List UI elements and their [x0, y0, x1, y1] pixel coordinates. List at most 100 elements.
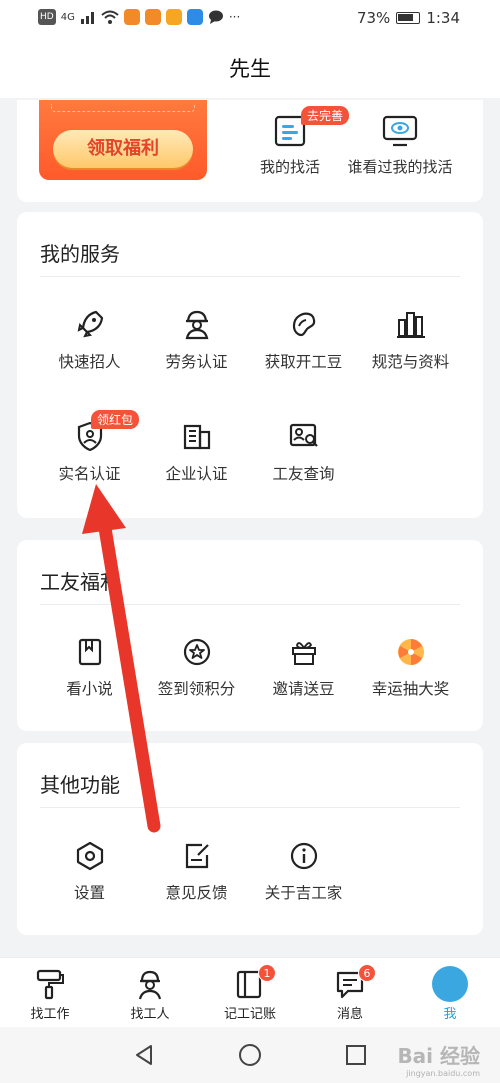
gift-icon [291, 642, 316, 665]
message-count-badge: 6 [358, 964, 376, 982]
other-feedback[interactable]: 意见反馈 [143, 841, 250, 903]
me-avatar-icon [432, 966, 495, 1006]
feedback-edit-icon [185, 843, 209, 869]
other-settings[interactable]: 设置 [36, 841, 143, 903]
settings-hexagon-icon [76, 841, 103, 871]
more-notifications-icon: ··· [228, 10, 241, 24]
nav-label: 找工作 [30, 1007, 70, 1022]
other-about[interactable]: 关于吉工家 [250, 841, 357, 903]
service-label: 获取开工豆 [264, 353, 343, 371]
nav-label: 消息 [336, 1007, 363, 1022]
section-divider [40, 276, 460, 277]
id-card-search-icon [289, 423, 318, 447]
service-get-beans[interactable]: 获取开工豆 [250, 308, 357, 372]
welfare-label: 幸运抽大奖 [371, 680, 450, 698]
welfare-read-novel[interactable]: 看小说 [36, 637, 143, 699]
worker-welfare-card: 工友福利 看小说 签到领积分 邀请送豆 幸运抽大奖 [17, 540, 483, 731]
service-label: 实名认证 [58, 465, 121, 483]
worker-helmet-icon [185, 310, 208, 340]
baidu-watermark: Bai 经验 jingyan.baidu.com [397, 1040, 480, 1078]
nav-label: 记工记账 [223, 1007, 276, 1022]
section-divider [40, 807, 460, 808]
nav-find-job[interactable]: 找工作 [0, 958, 100, 1028]
books-icon [396, 312, 425, 338]
watermark-text: Bai 经验 [397, 1044, 480, 1068]
top-card: 领取福利 我的找活 去完善 谁看过我的找活 [17, 100, 483, 202]
paint-roller-icon [36, 969, 64, 1000]
welfare-label: 签到领积分 [157, 680, 236, 698]
my-services-card: 我的服务 快速招人 劳务认证 获取开工豆 规范与资料 实名认证 领红包 企业认证… [17, 212, 483, 518]
app-notification-icon [123, 9, 140, 25]
bottom-nav: 找工作 找工人 1 记工记账 6 消息 我 [0, 957, 500, 1027]
other-functions-card: 其他功能 设置 意见反馈 关于吉工家 [17, 743, 483, 935]
lucky-wheel-icon [397, 639, 424, 665]
hd-icon: HD [38, 9, 56, 25]
signal-icon [80, 12, 94, 24]
back-icon[interactable] [132, 1043, 156, 1067]
nav-label: 找工人 [130, 1007, 170, 1022]
building-icon [183, 424, 210, 450]
my-jobs-entry[interactable]: 我的找活 去完善 [235, 106, 350, 177]
other-label: 设置 [73, 884, 105, 902]
recents-icon[interactable] [344, 1043, 368, 1067]
claim-welfare-button[interactable]: 领取福利 [53, 130, 193, 168]
bean-icon [292, 312, 315, 337]
nav-me[interactable]: 我 [400, 958, 500, 1028]
viewers-entry[interactable]: 谁看过我的找活 [337, 114, 463, 177]
other-label: 关于吉工家 [264, 884, 343, 902]
service-label: 劳务认证 [165, 353, 228, 371]
service-label: 企业认证 [165, 465, 228, 483]
page-header: 先生 [0, 40, 500, 98]
service-company-cert[interactable]: 企业认证 [143, 420, 250, 484]
welfare-promo-banner[interactable]: 领取福利 [39, 100, 207, 180]
service-labor-cert[interactable]: 劳务认证 [143, 308, 250, 372]
red-packet-badge: 领红包 [91, 410, 140, 429]
battery-icon [396, 12, 421, 24]
welfare-label: 看小说 [66, 680, 113, 698]
watermark-url: jingyan.baidu.com [406, 1069, 480, 1078]
welfare-label: 邀请送豆 [272, 680, 335, 698]
home-icon[interactable] [237, 1042, 263, 1068]
battery-percent: 73% [356, 9, 391, 27]
section-title: 工友福利 [40, 570, 120, 594]
welfare-checkin-points[interactable]: 签到领积分 [143, 637, 250, 699]
welfare-lucky-draw[interactable]: 幸运抽大奖 [357, 637, 464, 699]
service-specs[interactable]: 规范与资料 [357, 308, 464, 372]
chat-notification-icon [208, 10, 223, 24]
service-realname-cert[interactable]: 实名认证 领红包 [36, 410, 143, 484]
page-title: 先生 [229, 57, 271, 81]
nav-find-worker[interactable]: 找工人 [100, 958, 200, 1028]
welfare-invite-beans[interactable]: 邀请送豆 [250, 637, 357, 699]
section-divider [40, 604, 460, 605]
worker-icon [138, 970, 162, 1000]
status-right: 73% 1:34 [357, 9, 460, 27]
service-label: 规范与资料 [371, 353, 450, 371]
book-icon [78, 638, 101, 666]
status-bar: HD 4G ··· 73% 1:34 [0, 0, 500, 40]
network-indicator: 4G [60, 11, 75, 23]
clock: 1:34 [426, 9, 460, 27]
service-quick-hire[interactable]: 快速招人 [36, 308, 143, 372]
rocket-icon [77, 310, 103, 338]
nav-label: 我 [443, 1007, 457, 1022]
app-notification-icon [165, 9, 182, 25]
my-jobs-label: 我的找活 [259, 158, 320, 176]
promo-dash-decoration [51, 104, 195, 112]
section-title: 我的服务 [40, 242, 120, 266]
nav-work-ledger[interactable]: 1 记工记账 [200, 958, 300, 1028]
service-label: 快速招人 [58, 353, 121, 371]
app-notification-icon [144, 9, 161, 25]
info-icon [290, 842, 317, 870]
star-circle-icon [183, 638, 210, 666]
ledger-count-badge: 1 [258, 964, 276, 982]
status-icons: HD 4G ··· [38, 9, 240, 25]
service-label: 工友查询 [272, 465, 335, 483]
service-worker-lookup[interactable]: 工友查询 [250, 420, 357, 484]
app-notification-icon [186, 9, 203, 25]
viewers-label: 谁看过我的找活 [347, 158, 453, 176]
monitor-eye-icon [382, 115, 418, 147]
wifi-icon [101, 10, 119, 24]
other-label: 意见反馈 [165, 884, 228, 902]
section-title: 其他功能 [40, 773, 120, 797]
nav-messages[interactable]: 6 消息 [300, 958, 400, 1028]
